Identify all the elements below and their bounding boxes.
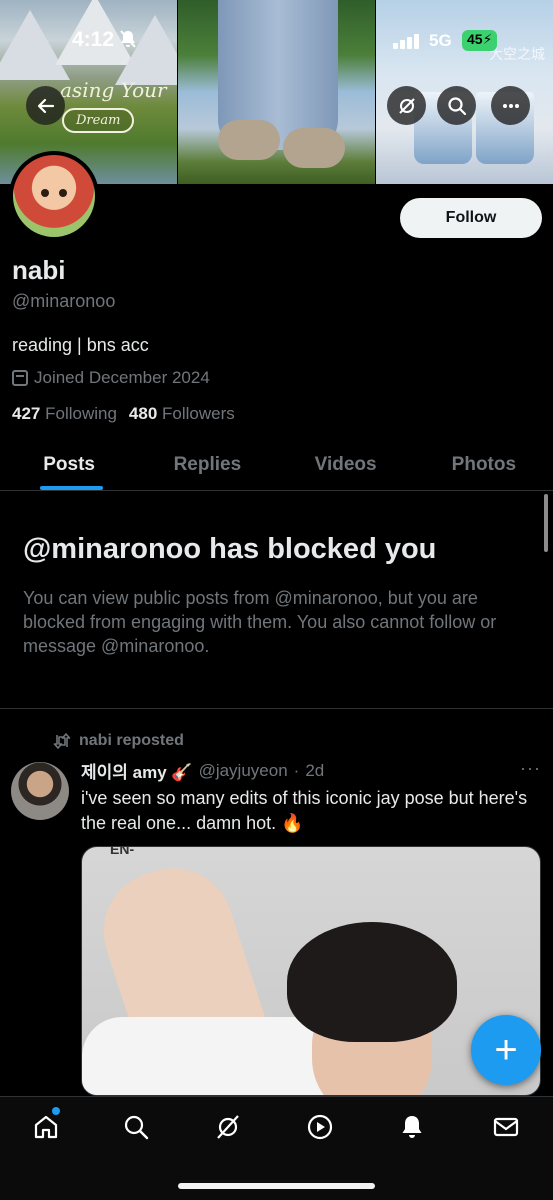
- post-header: 제이의 amy 🎸 @jayjuyeon · 2d: [81, 758, 324, 783]
- arrow-left-icon: [37, 98, 54, 113]
- following-count: 427: [12, 404, 41, 423]
- search-button[interactable]: [437, 86, 476, 125]
- followers-link[interactable]: 480 Followers: [129, 404, 235, 424]
- more-dots-icon: [502, 103, 519, 108]
- post-more-icon[interactable]: ···: [520, 758, 541, 779]
- profile-tabs: Posts Replies Videos Photos: [0, 440, 553, 491]
- following-link[interactable]: 427 Following: [12, 404, 117, 424]
- nav-videos[interactable]: [300, 1109, 340, 1145]
- mail-icon: [493, 1117, 519, 1137]
- post-text: i've seen so many edits of this iconic j…: [81, 788, 528, 833]
- profile-handle: @minaronoo: [12, 291, 116, 311]
- plus-icon: +: [494, 1027, 518, 1072]
- profile-bio: reading | bns acc: [12, 335, 149, 355]
- profile-name: nabi: [12, 255, 66, 285]
- post-author-name[interactable]: 제이의 amy 🎸: [81, 758, 193, 783]
- nav-grok[interactable]: [208, 1109, 248, 1145]
- network-type: 5G: [429, 31, 452, 50]
- blocked-title: @minaronoo has blocked you: [23, 533, 437, 565]
- search-icon: [124, 1115, 149, 1140]
- post-author-avatar[interactable]: [11, 762, 69, 820]
- repost-indicator: nabi reposted: [53, 732, 184, 750]
- nav-search[interactable]: [116, 1109, 156, 1145]
- post-time: 2d: [305, 760, 325, 780]
- tab-replies[interactable]: Replies: [138, 440, 276, 490]
- post-separator: ·: [293, 760, 300, 780]
- grok-button[interactable]: [387, 86, 426, 125]
- status-time: 4:12: [72, 28, 115, 51]
- banner-image-jeans: [178, 0, 375, 184]
- banner-shoe: [218, 120, 280, 160]
- more-options-button[interactable]: [491, 86, 530, 125]
- joined-date-text: Joined December 2024: [34, 368, 210, 387]
- battery-indicator: 45⚡: [462, 30, 498, 51]
- compose-button[interactable]: +: [471, 1015, 541, 1085]
- watermark-text: 大空之城: [489, 46, 545, 62]
- banner-shoe: [283, 128, 345, 168]
- nav-notifications[interactable]: [392, 1109, 432, 1145]
- joined-date: Joined December 2024: [12, 368, 210, 388]
- home-indicator[interactable]: [178, 1183, 375, 1189]
- signal-icon: [393, 33, 421, 49]
- home-icon: [34, 1115, 58, 1139]
- tab-photos[interactable]: Photos: [415, 440, 553, 490]
- following-label: Following: [45, 404, 117, 423]
- grok-icon: [398, 97, 415, 114]
- grok-icon: [217, 1115, 239, 1139]
- home-notification-dot: [52, 1107, 60, 1115]
- media-mark-text: EN-: [110, 846, 135, 857]
- followers-label: Followers: [162, 404, 235, 423]
- tab-posts[interactable]: Posts: [0, 440, 138, 490]
- media-hair: [287, 922, 457, 1042]
- play-icon: [307, 1114, 333, 1140]
- banner-dream-badge: Dream: [62, 108, 135, 133]
- post-author-handle[interactable]: @jayjuyeon: [199, 761, 288, 781]
- followers-count: 480: [128, 404, 158, 423]
- blocked-message: You can view public posts from @minarono…: [23, 588, 497, 656]
- profile-avatar[interactable]: [9, 151, 99, 241]
- avatar-image: [13, 155, 95, 237]
- battery-level: 45: [467, 31, 483, 47]
- scrollbar[interactable]: [544, 494, 548, 552]
- mute-bell-icon: [120, 30, 136, 53]
- search-icon: [447, 96, 466, 115]
- bell-icon: [402, 1116, 422, 1138]
- follow-stats: 427 Following 480 Followers: [12, 404, 235, 424]
- divider: [0, 708, 553, 709]
- follow-button[interactable]: Follow: [400, 198, 542, 238]
- back-button[interactable]: [26, 86, 65, 125]
- calendar-icon: [12, 370, 28, 386]
- banner-script-text: asing Your: [60, 78, 167, 102]
- tab-videos[interactable]: Videos: [277, 440, 415, 490]
- repost-icon: [53, 733, 71, 749]
- nav-messages[interactable]: [486, 1109, 526, 1145]
- nav-home[interactable]: [26, 1109, 66, 1145]
- repost-label: nabi reposted: [79, 732, 184, 749]
